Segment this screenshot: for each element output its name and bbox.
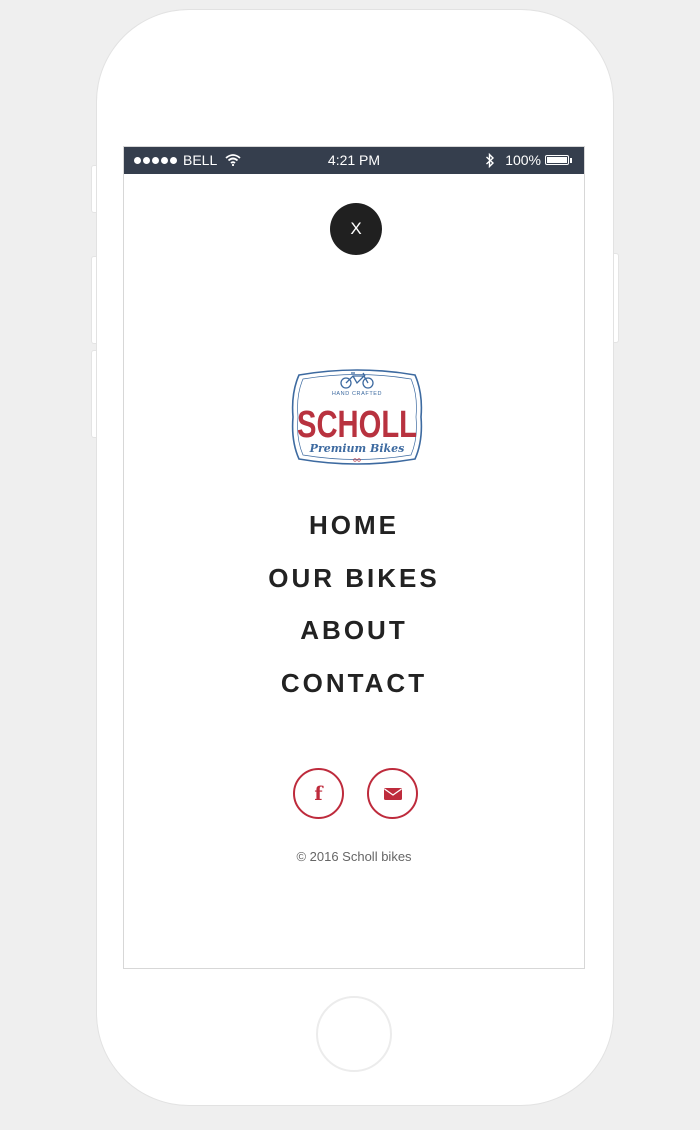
facebook-icon: f [314,782,323,805]
logo-brand: SCHOLL [297,404,417,446]
logo-subtitle: Premium Bikes [309,442,405,455]
nav-item-contact[interactable]: CONTACT [124,657,584,710]
main-nav: HOME OUR BIKES ABOUT CONTACT [124,499,584,709]
battery-percent: 100% [505,152,541,168]
status-bar: BELL 4:21 PM 100% [124,147,584,174]
phone-home-button [316,996,392,1072]
battery-icon [545,155,569,165]
battery-tip [570,157,572,163]
nav-item-about[interactable]: ABOUT [124,604,584,657]
nav-item-home[interactable]: HOME [124,499,584,552]
nav-item-our-bikes[interactable]: OUR BIKES [124,552,584,605]
bluetooth-icon [486,152,495,168]
close-menu-button[interactable]: X [330,203,382,255]
battery-level [547,157,567,163]
email-icon [383,787,402,800]
facebook-button[interactable]: f [293,768,344,819]
copyright-text: © 2016 Scholl bikes [296,849,412,864]
social-links: f [293,768,418,819]
phone-screen: BELL 4:21 PM 100% X HAND CRAFTED SCHOLL … [123,146,585,969]
email-button[interactable] [367,768,418,819]
bicycle-icon [340,372,374,389]
logo-tagline: HAND CRAFTED [332,391,382,397]
status-bar-right: 100% [485,152,572,168]
scholl-logo: HAND CRAFTED SCHOLL Premium Bikes [291,369,423,465]
